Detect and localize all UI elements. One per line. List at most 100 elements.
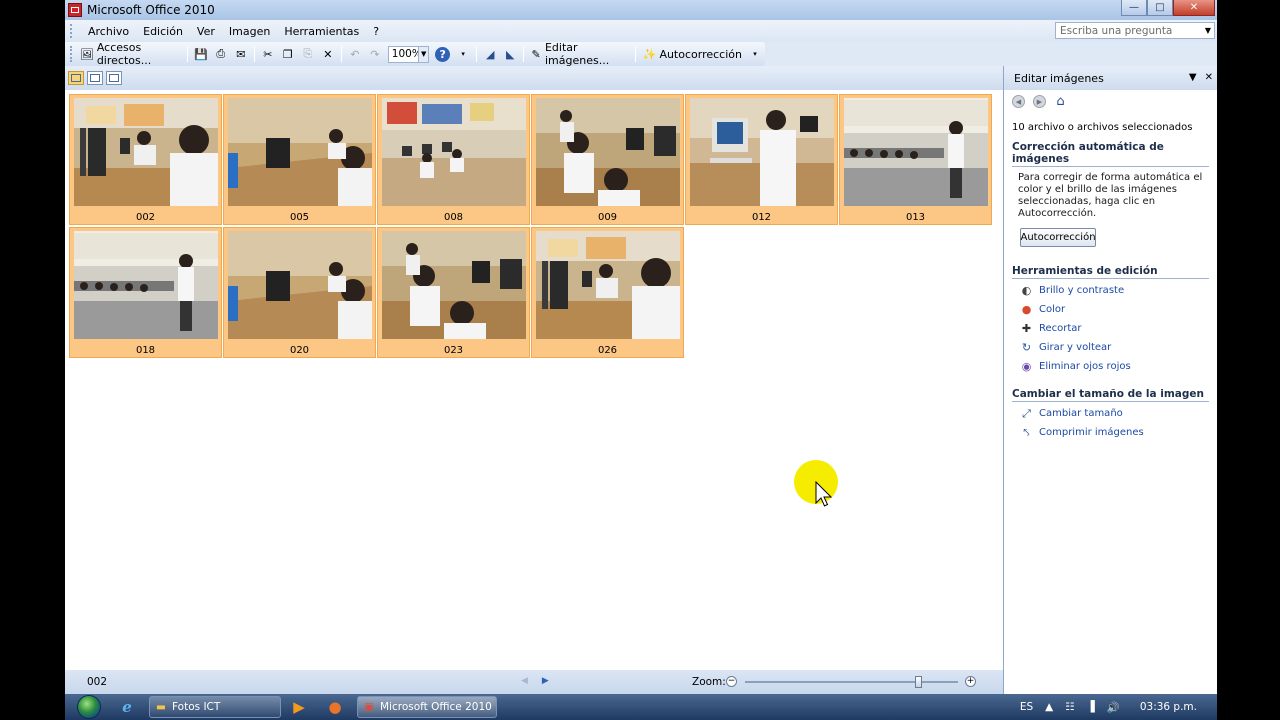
- crop-link[interactable]: ✚ Recortar: [1004, 319, 1217, 338]
- zoom-out-icon[interactable]: −: [726, 676, 737, 687]
- menu-ver[interactable]: Ver: [190, 25, 222, 38]
- rotate-left-icon: ◢: [485, 47, 495, 61]
- selected-files-info: 10 archivo o archivos seleccionados: [1012, 122, 1193, 133]
- redo-button[interactable]: ↷: [365, 45, 385, 63]
- undo-icon: ↶: [350, 47, 360, 61]
- thumbnail-label: 013: [905, 212, 926, 223]
- brightness-contrast-link[interactable]: ◐ Brillo y contraste: [1004, 281, 1217, 300]
- autocorrect-toolbar-button[interactable]: ✨ Autocorrección: [639, 45, 745, 63]
- task-microsoft-office-label: Microsoft Office 2010: [380, 701, 492, 713]
- previous-picture-icon[interactable]: ◀: [521, 676, 528, 686]
- thumbnail-026[interactable]: 026: [531, 227, 684, 358]
- task-fotos-ict[interactable]: ▬ Fotos ICT: [149, 696, 281, 718]
- single-picture-icon: [109, 74, 119, 82]
- thumbnail-image[interactable]: [228, 98, 372, 206]
- next-picture-icon[interactable]: ▶: [542, 676, 549, 686]
- start-button[interactable]: [69, 694, 109, 720]
- ask-question-input[interactable]: Escriba una pregunta ▼: [1055, 22, 1215, 39]
- cut-button[interactable]: ✂: [258, 45, 278, 63]
- thumbnail-020[interactable]: 020: [223, 227, 376, 358]
- thumbnail-002[interactable]: 002: [69, 94, 222, 225]
- thumbnail-image[interactable]: [382, 231, 526, 339]
- menu-edicion[interactable]: Edición: [136, 25, 190, 38]
- task-microsoft-office[interactable]: ▣ Microsoft Office 2010: [357, 696, 497, 718]
- volume-icon[interactable]: 🔊: [1107, 701, 1120, 714]
- menu-archivo[interactable]: Archivo: [81, 25, 136, 38]
- edit-pictures-button[interactable]: ✎ Editar imágenes...: [527, 41, 632, 67]
- forward-icon[interactable]: ▶: [1033, 95, 1046, 108]
- signal-icon[interactable]: ▐: [1087, 701, 1095, 713]
- thumbnail-023[interactable]: 023: [377, 227, 530, 358]
- thumbnail-018[interactable]: 018: [69, 227, 222, 358]
- toolbar-more-button[interactable]: ▾: [745, 45, 765, 63]
- undo-button[interactable]: ↶: [345, 45, 365, 63]
- clock[interactable]: 03:36 p.m.: [1140, 701, 1197, 713]
- pane-menu-icon[interactable]: ▼: [1189, 72, 1197, 83]
- toolbar-options-button[interactable]: ▾: [453, 45, 473, 63]
- pane-close-icon[interactable]: ✕: [1205, 72, 1213, 83]
- thumbnail-image[interactable]: [536, 98, 680, 206]
- red-eye-link[interactable]: ◉ Eliminar ojos rojos: [1004, 357, 1217, 376]
- color-link[interactable]: ● Color: [1004, 300, 1217, 319]
- filmstrip-view-button[interactable]: [87, 71, 103, 85]
- thumbnail-image[interactable]: [382, 98, 526, 206]
- paste-button[interactable]: ⎘: [298, 45, 318, 63]
- home-icon[interactable]: ⌂: [1054, 94, 1067, 109]
- copy-button[interactable]: ❐: [278, 45, 298, 63]
- language-indicator[interactable]: ES: [1020, 701, 1033, 713]
- zoom-slider[interactable]: − +: [725, 676, 976, 688]
- thumbnail-image[interactable]: [74, 231, 218, 339]
- back-icon[interactable]: ◀: [1012, 95, 1025, 108]
- chevron-down-icon: ▾: [461, 50, 465, 58]
- zoom-track[interactable]: [745, 681, 958, 683]
- shortcuts-button[interactable]: 🖼 Accesos directos...: [77, 41, 184, 67]
- thumbnail-013[interactable]: 013: [839, 94, 992, 225]
- help-button[interactable]: ?: [432, 45, 453, 63]
- autocorrect-button[interactable]: Autocorrección: [1020, 228, 1096, 247]
- zoom-in-icon[interactable]: +: [965, 676, 976, 687]
- menu-bar: Archivo Edición Ver Imagen Herramientas …: [65, 20, 1217, 42]
- network-icon[interactable]: ☷: [1065, 701, 1074, 713]
- send-button[interactable]: ✉: [231, 45, 251, 63]
- zoom-handle[interactable]: [915, 676, 922, 688]
- rotate-left-button[interactable]: ◢: [480, 45, 500, 63]
- rotate-right-button[interactable]: ◣: [500, 45, 520, 63]
- thumbnail-image[interactable]: [536, 231, 680, 339]
- thumbnail-image[interactable]: [844, 98, 988, 206]
- chevron-down-icon[interactable]: ▼: [418, 46, 429, 62]
- compress-link[interactable]: ⤣ Comprimir imágenes: [1004, 423, 1217, 442]
- menu-grip[interactable]: [70, 24, 73, 38]
- internet-explorer-launcher[interactable]: e: [115, 696, 139, 718]
- single-view-button[interactable]: [106, 71, 122, 85]
- toolbar-grip[interactable]: [70, 46, 73, 62]
- menu-herramientas[interactable]: Herramientas: [277, 25, 366, 38]
- thumbnail-005[interactable]: 005: [223, 94, 376, 225]
- thumbnail-image[interactable]: [228, 231, 372, 339]
- zoom-select[interactable]: 100% ▼: [387, 45, 430, 63]
- save-button[interactable]: 💾: [191, 45, 211, 63]
- thumbnail-008[interactable]: 008: [377, 94, 530, 225]
- minimize-button[interactable]: —: [1121, 0, 1147, 16]
- thumbnail-image[interactable]: [690, 98, 834, 206]
- thumbnail-012[interactable]: 012: [685, 94, 838, 225]
- media-player-launcher[interactable]: ▶: [287, 696, 311, 718]
- color-icon: ●: [1021, 303, 1032, 316]
- maximize-button[interactable]: □: [1147, 0, 1173, 16]
- autocorrect-toolbar-label: Autocorrección: [659, 47, 742, 61]
- print-button[interactable]: ⎙: [211, 45, 231, 63]
- show-hidden-icons-icon[interactable]: ▲: [1045, 701, 1053, 713]
- menu-imagen[interactable]: Imagen: [222, 25, 277, 38]
- thumbnail-009[interactable]: 009: [531, 94, 684, 225]
- rotate-flip-link[interactable]: ↻ Girar y voltear: [1004, 338, 1217, 357]
- resize-link[interactable]: ⤢ Cambiar tamaño: [1004, 404, 1217, 423]
- task-fotos-ict-label: Fotos ICT: [172, 701, 221, 713]
- chevron-down-icon[interactable]: ▼: [1205, 26, 1211, 35]
- copy-icon: ❐: [282, 47, 293, 61]
- delete-button[interactable]: ✕: [318, 45, 338, 63]
- thumbnail-image[interactable]: [74, 98, 218, 206]
- thumbnail-area[interactable]: 002 005 008 009 012 013 018 020 023 026: [65, 90, 1003, 670]
- close-button[interactable]: ✕: [1173, 0, 1215, 16]
- menu-help[interactable]: ?: [366, 25, 386, 38]
- firefox-launcher[interactable]: ●: [323, 696, 347, 718]
- thumbnail-view-button[interactable]: [68, 71, 84, 85]
